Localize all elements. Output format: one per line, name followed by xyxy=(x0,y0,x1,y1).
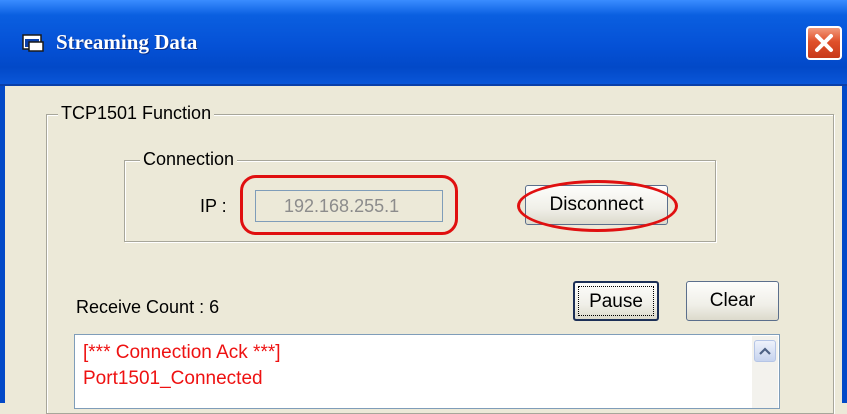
clear-button-label: Clear xyxy=(709,290,756,311)
receive-count: Receive Count : 6 xyxy=(76,297,220,317)
window-border-right xyxy=(842,86,847,403)
ip-label: IP : xyxy=(200,196,227,216)
window-title: Streaming Data xyxy=(56,30,198,54)
vertical-scrollbar[interactable] xyxy=(752,336,778,408)
log-line: Port1501_Connected xyxy=(83,368,263,389)
close-icon xyxy=(815,34,833,52)
disconnect-highlight xyxy=(517,180,678,232)
window-border-left xyxy=(0,86,5,403)
close-button[interactable] xyxy=(806,26,842,60)
chevron-up-icon xyxy=(759,347,771,355)
connection-legend: Connection xyxy=(140,149,238,170)
tcp1501-function-legend: TCP1501 Function xyxy=(58,103,215,124)
clear-button[interactable]: Clear xyxy=(686,281,779,321)
log-line: [*** Connection Ack ***] xyxy=(83,342,281,363)
pause-focus-ring xyxy=(578,286,654,316)
ip-field-highlight xyxy=(240,175,458,235)
scroll-up-button[interactable] xyxy=(754,340,776,362)
app-icon xyxy=(22,34,44,52)
title-bar[interactable]: Streaming Data xyxy=(0,0,847,86)
receive-log[interactable]: [*** Connection Ack ***] Port1501_Connec… xyxy=(74,334,780,409)
pause-button[interactable]: Pause xyxy=(573,281,659,321)
